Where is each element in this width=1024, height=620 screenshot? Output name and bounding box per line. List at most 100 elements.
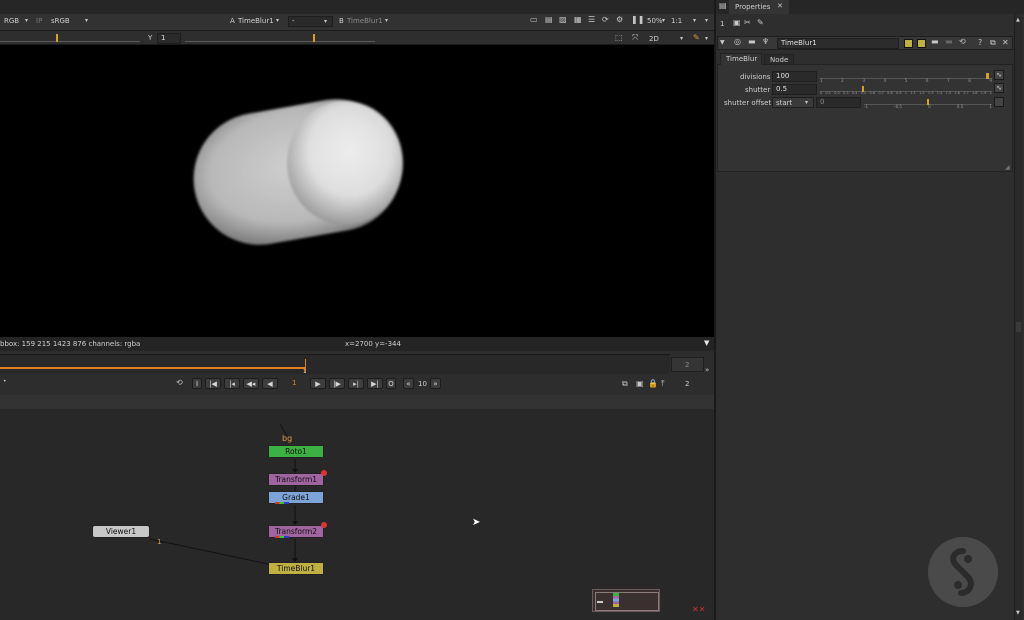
color-swatch-2-icon[interactable] xyxy=(917,39,926,48)
end-frame-value: 2 xyxy=(685,361,690,369)
first-frame-button[interactable]: |◀ xyxy=(205,378,221,389)
next-keyframe-button[interactable]: ▸| xyxy=(348,378,364,389)
help-node-icon[interactable]: ♆ xyxy=(762,37,769,47)
pause-icon[interactable]: ❚❚ xyxy=(631,15,644,25)
curve-editor-icon[interactable]: ∿ xyxy=(994,70,1004,80)
scroll-thumb[interactable] xyxy=(1016,322,1021,332)
lock-icon[interactable]: 🔒 xyxy=(648,379,658,389)
undo-icon[interactable]: ▬ xyxy=(931,37,939,47)
collapse-icon[interactable]: » xyxy=(705,365,709,375)
tab-node[interactable]: Node xyxy=(764,54,794,65)
triangle-down-icon[interactable]: ▼ xyxy=(704,338,709,348)
crop-icon[interactable]: ⬚ xyxy=(615,33,623,43)
gain-handle[interactable] xyxy=(56,34,58,42)
gamma-slider[interactable] xyxy=(185,34,375,42)
viewer-canvas[interactable] xyxy=(0,45,714,337)
in-point-button[interactable]: I xyxy=(192,378,202,389)
redo-icon[interactable]: ▬ xyxy=(945,37,953,47)
gear-icon[interactable]: ⚙ xyxy=(616,15,623,25)
last-frame-button[interactable]: ▶| xyxy=(367,378,383,389)
scissors-icon[interactable]: ✂ xyxy=(744,18,751,28)
step-back-button[interactable]: « xyxy=(403,378,414,389)
pen-icon[interactable]: ✎ xyxy=(693,33,700,43)
prev-keyframe-button[interactable]: |◂ xyxy=(224,378,240,389)
lut-icon[interactable]: ▦ xyxy=(574,15,582,25)
close-icon[interactable]: ✕ xyxy=(1002,38,1009,48)
navigator-viewport[interactable] xyxy=(595,592,659,611)
list-icon[interactable]: ☰ xyxy=(588,15,595,25)
wipe-icon[interactable]: ▨ xyxy=(559,15,567,25)
pin-icon[interactable]: ✎ xyxy=(757,18,764,28)
flipbook-icon[interactable]: ⧉ xyxy=(622,379,628,389)
divisions-field[interactable]: 100 xyxy=(772,71,817,82)
transform-icon[interactable]: ⤧ xyxy=(632,33,638,43)
a-input-label: A xyxy=(230,17,235,25)
tab-timeblur[interactable]: TimeBlur xyxy=(720,53,762,65)
node-viewer1[interactable]: Viewer1 xyxy=(92,525,150,538)
play-forward-button[interactable]: ▶ xyxy=(310,378,326,389)
tick-label: 0.9 xyxy=(895,91,902,95)
chevron-down-icon[interactable]: ▾ xyxy=(705,16,708,26)
panel-menu-icon[interactable]: ▤ xyxy=(719,1,727,11)
chevron-down-icon[interactable]: ▾ xyxy=(705,34,708,44)
offset-ticks: -1 -0.5 0 0.5 1 xyxy=(864,104,992,109)
node-timeblur1[interactable]: TimeBlur1 xyxy=(268,562,324,575)
increment-field[interactable]: 10 xyxy=(418,380,427,388)
shutter-field[interactable]: 0.5 xyxy=(772,84,817,95)
node-name-field[interactable]: TimeBlur1 xyxy=(777,38,899,49)
shutter-offset-select[interactable]: start ▾ xyxy=(772,97,814,108)
ip-toggle[interactable]: IP xyxy=(36,17,42,25)
gain-slider[interactable] xyxy=(0,34,140,42)
help-icon[interactable]: ? xyxy=(978,38,982,48)
graph-navigator[interactable] xyxy=(592,589,660,612)
toggle-icon[interactable]: ▬ xyxy=(748,37,756,47)
prev-increment-button[interactable]: ◀◂ xyxy=(243,378,259,389)
close-icon[interactable]: ✕ xyxy=(777,1,783,11)
curve-editor-icon[interactable]: ∿ xyxy=(994,83,1004,93)
a-input-select[interactable]: TimeBlur1 xyxy=(238,17,274,25)
scroll-down-icon[interactable]: ▼ xyxy=(1016,608,1020,618)
timeline-track[interactable]: 1 xyxy=(0,354,670,375)
loop-icon[interactable]: ⟲ xyxy=(176,378,183,388)
shutter-offset-slider[interactable]: -1 -0.5 0 0.5 1 xyxy=(864,99,992,109)
end-frame-box[interactable]: 2 xyxy=(671,357,704,372)
channel-select[interactable]: RGB xyxy=(4,17,19,25)
color-swatch-icon[interactable] xyxy=(904,39,913,48)
composite-select[interactable]: - ▾ xyxy=(288,16,333,27)
max-panels-field[interactable]: 1 xyxy=(720,20,724,28)
gamma-handle[interactable] xyxy=(313,34,315,42)
zoom-select[interactable]: 50% xyxy=(647,17,663,25)
panel-scrollbar[interactable]: ▲ ▼ xyxy=(1014,14,1022,620)
properties-tab[interactable]: Properties ✕ xyxy=(729,0,789,14)
proxy-icon[interactable]: ▤ xyxy=(545,15,553,25)
resize-grip-icon[interactable]: ◢ xyxy=(1005,163,1010,173)
shutter-offset-field[interactable]: 0 xyxy=(816,97,861,108)
prev-increment-icon: ◀◂ xyxy=(246,379,256,388)
revert-icon[interactable]: ⟲ xyxy=(959,37,966,47)
float-icon[interactable]: ⧉ xyxy=(990,38,996,48)
animation-button-icon[interactable] xyxy=(994,97,1004,107)
frame-field[interactable]: 1 xyxy=(282,379,308,390)
step-forward-button[interactable]: » xyxy=(430,378,441,389)
ratio-select[interactable]: 1:1 xyxy=(671,17,682,25)
node-roto1[interactable]: Roto1 xyxy=(268,445,324,458)
stop-icon[interactable]: ▣ xyxy=(636,379,644,389)
collapse-arrow-icon[interactable]: ▼ xyxy=(720,38,725,48)
b-input-select[interactable]: TimeBlur1 xyxy=(347,17,383,25)
export-icon[interactable]: ⤒ xyxy=(661,379,665,389)
y-field[interactable]: 1 xyxy=(157,33,181,44)
play-backward-button[interactable]: ◀ xyxy=(262,378,278,389)
next-frame-button[interactable]: |▶ xyxy=(329,378,345,389)
lock-icon[interactable]: ▣ xyxy=(733,18,741,28)
out-point-button[interactable]: O xyxy=(386,378,396,389)
roi-icon[interactable]: ▭ xyxy=(530,15,538,25)
scroll-up-icon[interactable]: ▲ xyxy=(1016,15,1020,25)
center-node-icon[interactable]: ◎ xyxy=(734,37,741,47)
shutter-slider[interactable]: 0 0.1 0.2 0.3 0.4 0.5 0.6 0.7 0.8 0.9 1 … xyxy=(820,86,992,96)
colorspace-select[interactable]: sRGB xyxy=(51,17,70,25)
divisions-slider[interactable]: 1 2 3 4 5 6 7 8 9 xyxy=(820,73,992,83)
view-mode-select[interactable]: 2D xyxy=(649,35,659,43)
transform1-badge-icon xyxy=(321,470,327,476)
node-transform1[interactable]: Transform1 xyxy=(268,473,324,486)
refresh-icon[interactable]: ⟳ xyxy=(602,15,609,25)
